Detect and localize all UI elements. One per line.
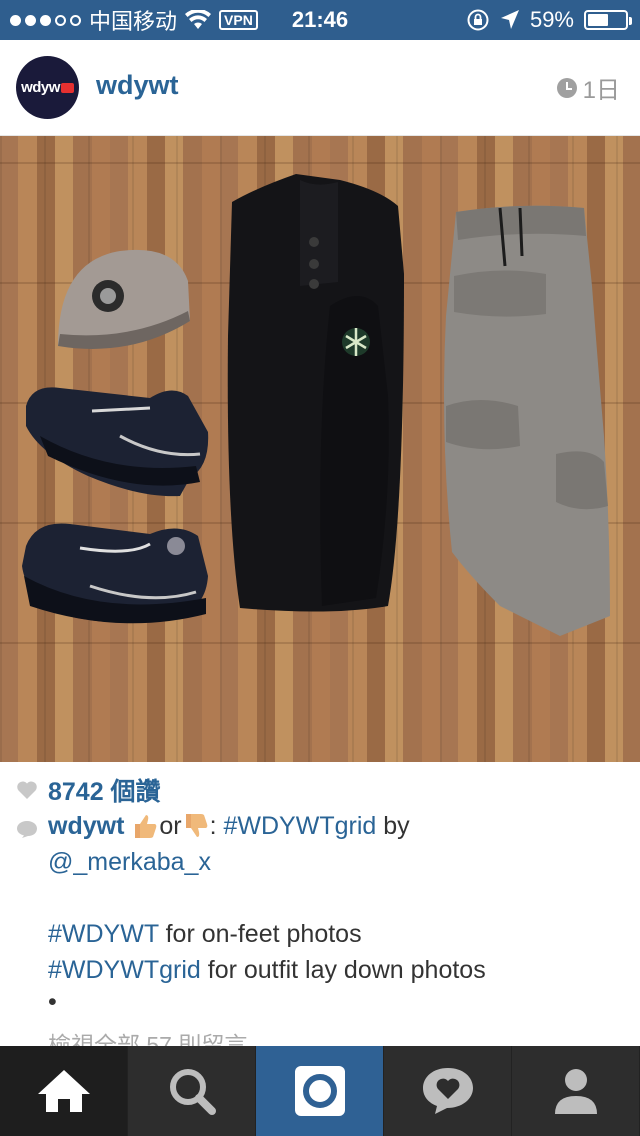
caption-line-5: • [48,988,57,1016]
search-icon [169,1069,216,1115]
caption-hashtag-wdywtgrid[interactable]: #WDYWTgrid [48,956,201,984]
post-username[interactable]: wdywt [96,70,179,101]
caption-hashtag-grid[interactable]: #WDYWTgrid [224,812,377,840]
likes-row[interactable]: 8742 個讚 [16,772,161,808]
caption-or: or [159,812,182,840]
avatar-logo: wdyw [21,79,74,96]
thumbs-up-icon [135,815,157,838]
battery-fill [588,14,608,26]
caption-line-2: @_merkaba_x [48,848,211,877]
heart-icon [17,781,37,799]
avatar-logo-text: wdyw [21,79,60,96]
tab-camera[interactable] [256,1046,384,1136]
profile-icon [554,1069,597,1114]
caption-mention[interactable]: @_merkaba_x [48,848,211,876]
post-time: 1日 [556,70,620,105]
post-time-text: 1日 [582,77,620,104]
location-arrow-icon [500,10,519,29]
status-right: 59% [466,0,632,40]
tab-bar [0,1046,640,1136]
tab-profile[interactable] [512,1046,640,1136]
caption-line-4-text: for outfit lay down photos [207,956,486,984]
caption-line-3-text: for on-feet photos [165,920,362,948]
rotation-lock-icon [467,9,489,31]
comment-icon [17,821,37,838]
post-header: wdyw wdywt 1日 [0,40,640,136]
caption-hashtag-wdywt[interactable]: #WDYWT [48,920,159,948]
caption-line-3: #WDYWT for on-feet photos [48,920,362,949]
tab-activity[interactable] [384,1046,512,1136]
sweater-illustration [227,174,404,612]
outfit-illustration [22,174,610,636]
sneaker-top-illustration [26,387,209,497]
clock-icon [556,77,577,98]
caption-username[interactable]: wdywt [48,812,124,840]
status-bar: 中国移动 VPN 21:46 59% [0,0,640,40]
likes-count: 8742 個讚 [48,778,161,806]
caption-colon: : [209,812,224,840]
tab-home[interactable] [0,1046,128,1136]
caption-line-4: #WDYWTgrid for outfit lay down photos [48,956,486,985]
avatar[interactable]: wdyw [16,56,79,119]
battery-icon [584,10,632,30]
caption-by: by [383,812,410,840]
camera-icon [294,1066,345,1116]
tab-search[interactable] [128,1046,256,1136]
activity-icon [422,1068,473,1114]
thumbs-down-icon [185,814,207,837]
cap-illustration [58,249,190,349]
home-icon [37,1070,90,1112]
pants-illustration [444,205,610,636]
post-photo[interactable] [0,136,640,762]
battery-percent: 59% [529,7,574,32]
sneaker-bottom-illustration [22,523,208,624]
caption-line-1: wdywt or : #WDYWTgrid by [48,812,410,841]
